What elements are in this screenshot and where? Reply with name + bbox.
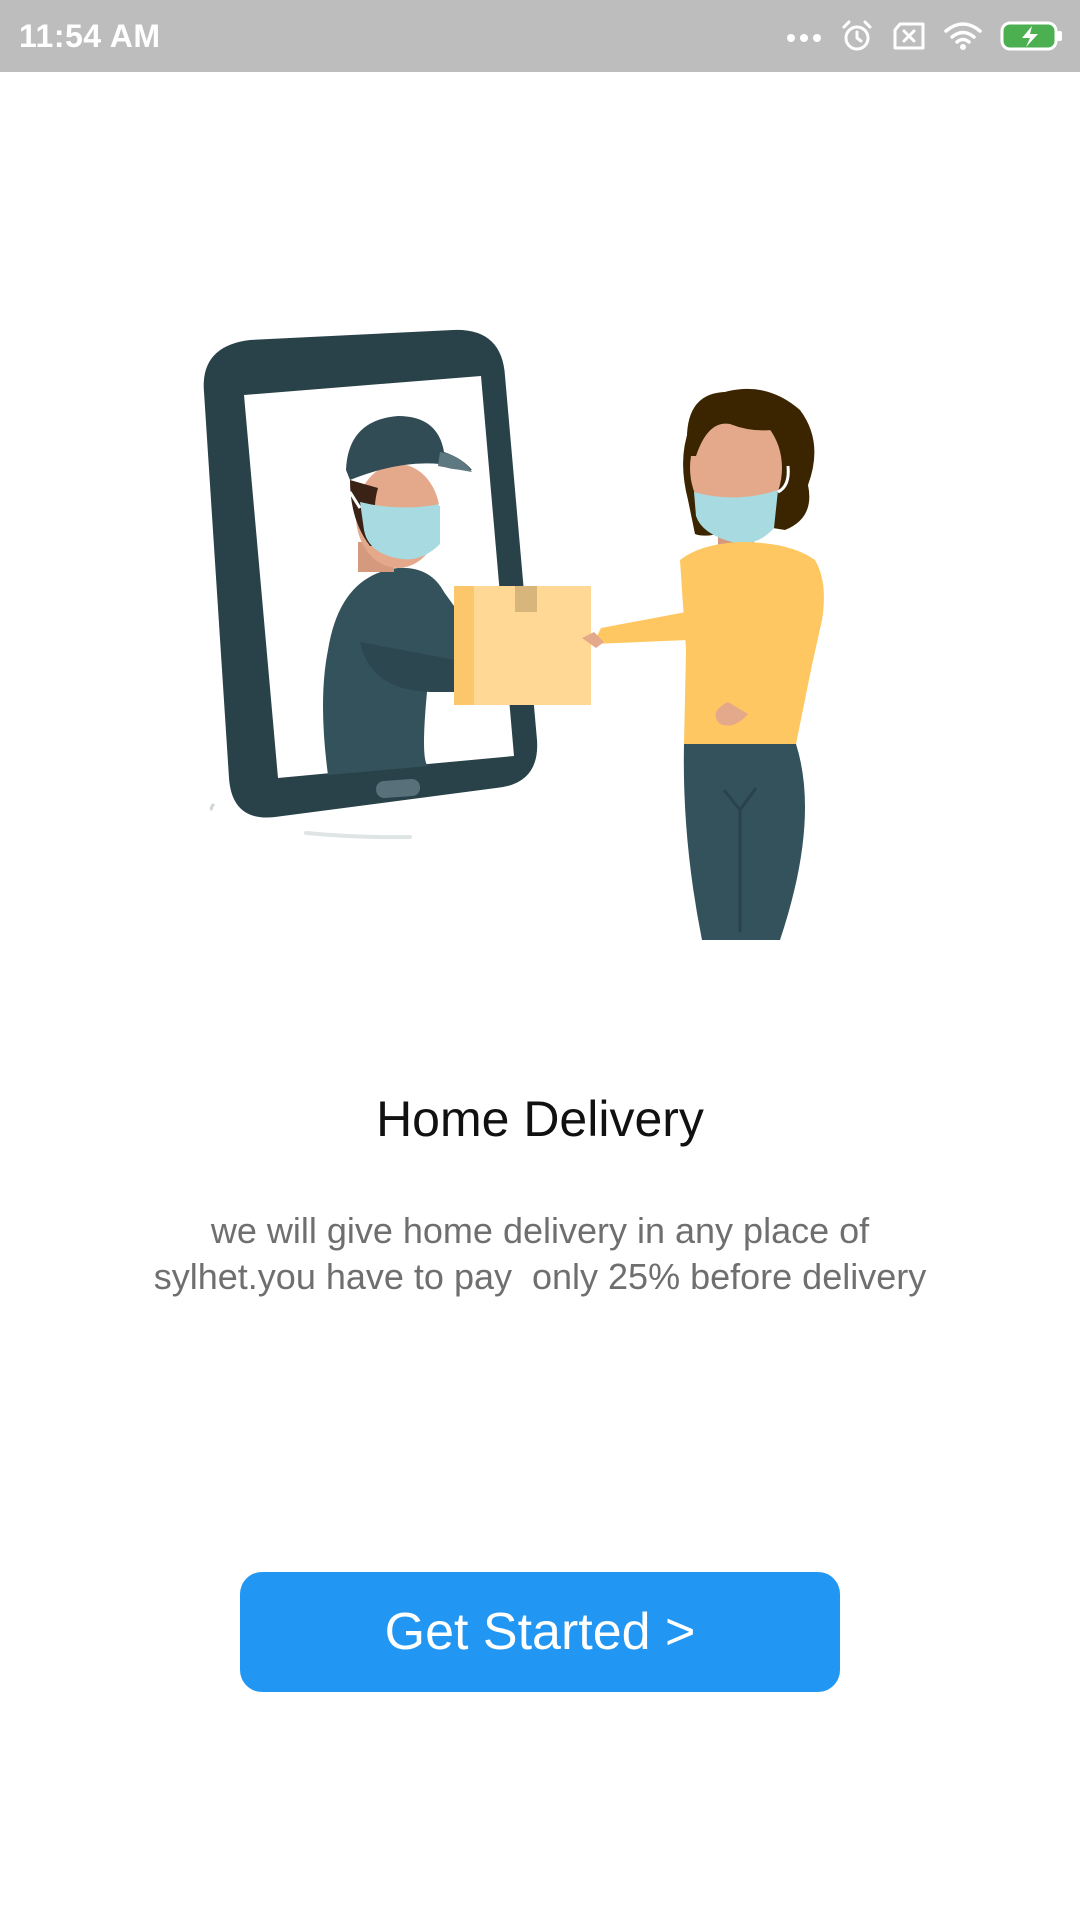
description-line-1: we will give home delivery in any place … [210,1210,870,1251]
parcel-box-graphic [454,586,591,705]
delivery-handover-illustration [200,320,880,950]
wifi-icon [944,21,982,51]
status-time: 11:54 AM [19,18,161,54]
alarm-icon [840,19,874,53]
woman-customer-graphic [582,388,824,940]
status-icons [786,14,1064,58]
get-started-button[interactable]: Get Started > [240,1572,840,1692]
description-line-2: sylhet.you have to pay only 25% before d… [153,1256,927,1297]
onboarding-title: Home Delivery [376,1091,704,1147]
status-bar: 11:54 AM [0,0,1080,72]
more-dots-icon [786,29,822,43]
sim-x-icon [892,21,926,51]
onboarding-description: we will give home delivery in any place … [110,1208,970,1300]
battery-charging-icon [1000,20,1064,52]
